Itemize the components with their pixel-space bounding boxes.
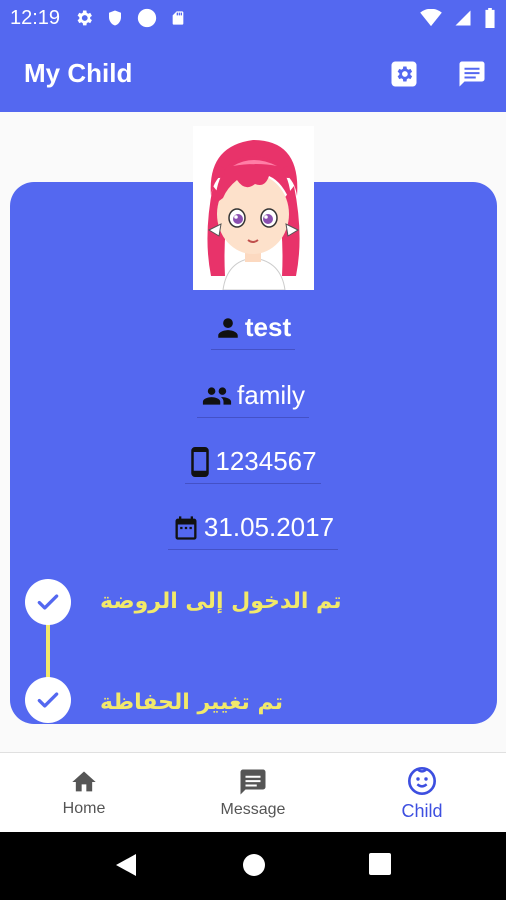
sd-card-icon [172, 11, 184, 25]
app-bar: My Child [0, 36, 506, 112]
nav-message[interactable]: Message [169, 753, 337, 833]
home-circle-icon[interactable] [241, 852, 267, 878]
child-group-field: family [197, 380, 309, 418]
shield-icon [109, 10, 121, 26]
settings-icon [391, 61, 417, 87]
status-time: 12:19 [10, 7, 61, 29]
home-icon [72, 771, 96, 792]
child-name: test [244, 312, 292, 342]
child-phone-field: 1234567 [185, 446, 321, 484]
content-area: test family 1234567 31.05.2017 تم الدخول… [0, 112, 506, 752]
child-name-row: test [0, 312, 506, 350]
child-group-row: family [0, 380, 506, 418]
person-icon [218, 317, 238, 338]
check-icon [37, 692, 59, 708]
phone-icon [191, 446, 210, 477]
child-date-field: 31.05.2017 [167, 512, 339, 550]
people-icon [202, 386, 232, 405]
settings-button[interactable] [386, 56, 422, 92]
calendar-icon [175, 515, 197, 540]
child-group: family [237, 380, 305, 410]
wifi-icon [420, 9, 442, 27]
nav-child-label: Child [401, 800, 443, 821]
nav-message-label: Message [220, 801, 286, 818]
message-icon [459, 61, 485, 87]
app-title: My Child [24, 58, 133, 88]
child-phone-row: 1234567 [0, 446, 506, 484]
system-navigation-bar [0, 832, 506, 900]
child-name-field: test [210, 312, 296, 350]
timeline-step-1-badge [25, 579, 71, 625]
nav-child[interactable]: Child [338, 753, 506, 833]
status-bar: 12:19 [0, 0, 506, 36]
status-icons-left [74, 7, 186, 29]
child-avatar-illustration [207, 140, 300, 291]
timeline-step-2-label: تم تغيير الحفاظة [100, 690, 283, 715]
timeline-step-2-badge [25, 677, 71, 723]
child-face-icon [408, 766, 436, 795]
child-phone: 1234567 [215, 446, 317, 476]
child-date: 31.05.2017 [203, 512, 335, 542]
child-avatar[interactable] [193, 126, 314, 291]
bottom-navigation: Home Message Child [0, 752, 506, 833]
back-icon[interactable] [114, 852, 138, 878]
signal-icon [455, 10, 471, 26]
child-date-row: 31.05.2017 [0, 512, 506, 550]
recents-icon[interactable] [368, 852, 392, 876]
battery-icon [485, 8, 495, 28]
nav-home-label: Home [62, 800, 106, 817]
timeline-step-1-label: تم الدخول إلى الروضة [100, 589, 342, 614]
nav-home[interactable]: Home [0, 753, 168, 833]
check-icon [37, 594, 59, 610]
status-icons-right [420, 7, 496, 29]
circle-icon [137, 8, 157, 28]
gear-icon [77, 10, 92, 26]
messages-button[interactable] [454, 56, 490, 92]
message-icon [240, 769, 266, 795]
